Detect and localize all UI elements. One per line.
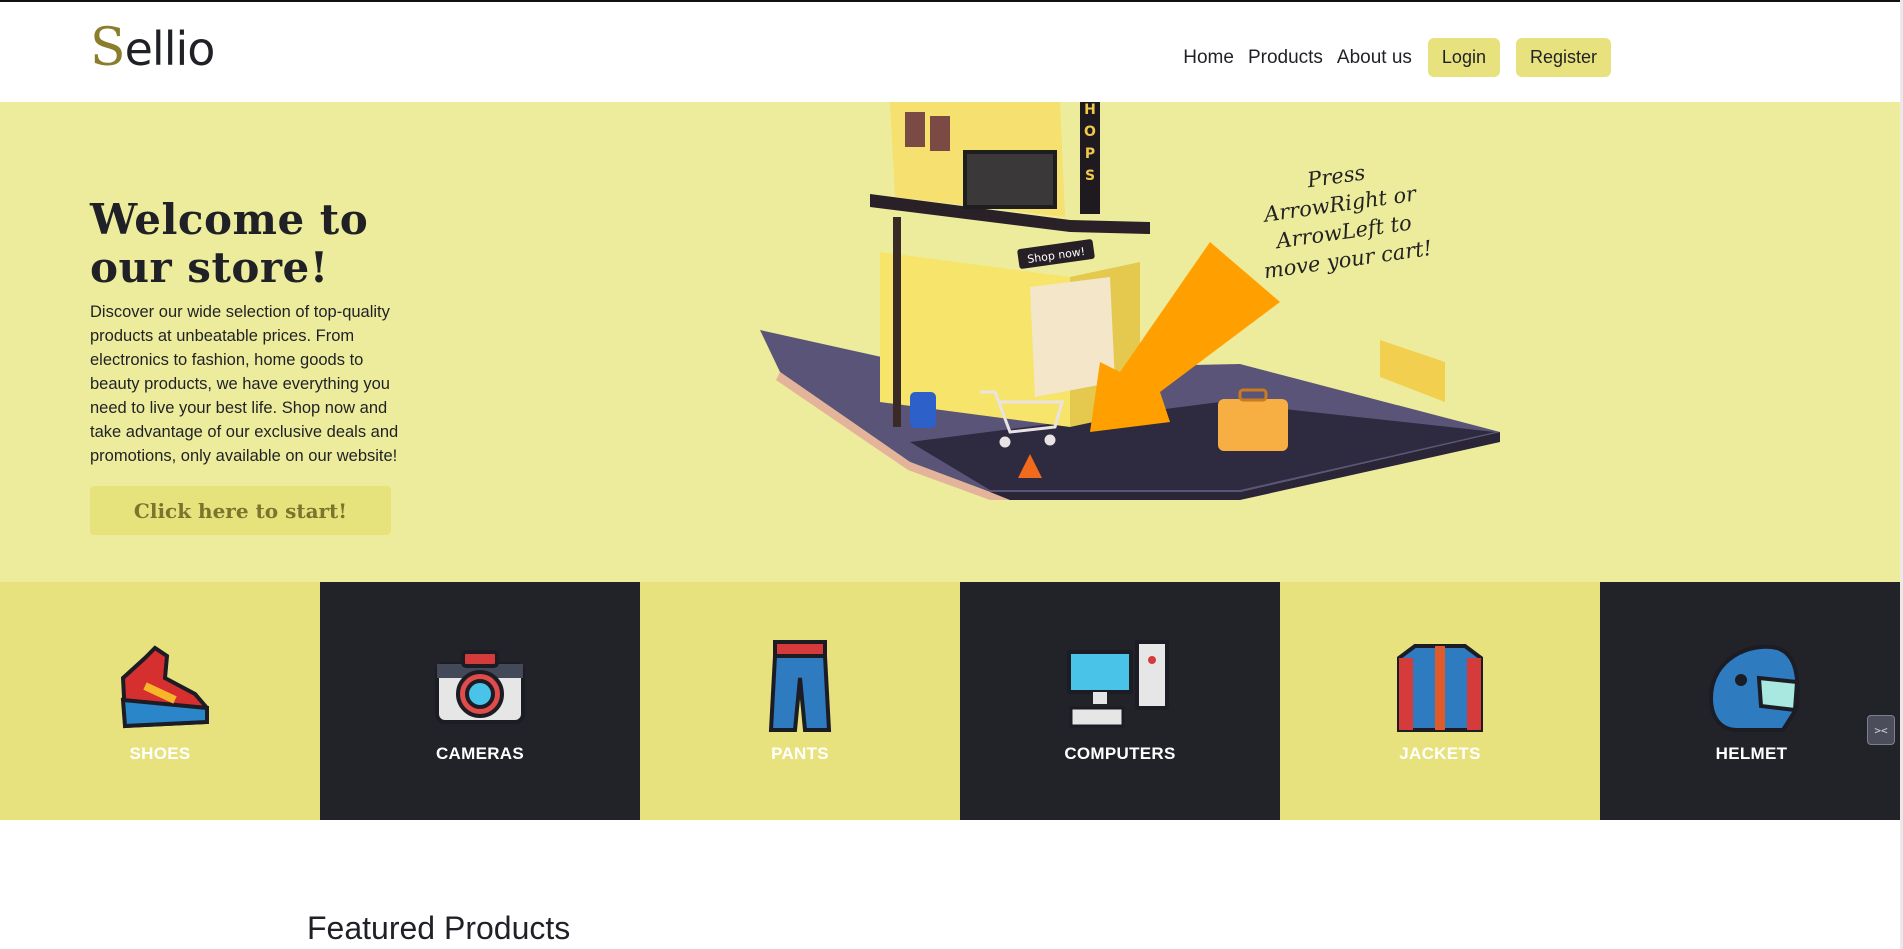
logo[interactable]: Sellio (90, 18, 216, 78)
camera-icon (425, 638, 535, 734)
building-screen (963, 150, 1057, 209)
logo-text: ellio (124, 22, 216, 76)
site-header: Sellio Home Products About us Login Regi… (0, 2, 1903, 102)
hero-section: Welcome to our store! Discover our wide … (0, 102, 1903, 582)
shoe-icon (105, 638, 215, 734)
side-toggle-widget[interactable]: >< (1867, 715, 1895, 745)
main-nav: Home Products About us Login Register (1183, 38, 1611, 77)
hero-description: Discover our wide selection of top-quali… (90, 303, 399, 465)
jacket-icon (1385, 638, 1495, 734)
hero-title: Welcome to our store! (90, 195, 369, 292)
category-jackets[interactable]: JACKETS (1280, 582, 1600, 820)
category-computers[interactable]: COMPUTERS (960, 582, 1280, 820)
category-label: JACKETS (1399, 744, 1481, 763)
category-helmet[interactable]: HELMET (1600, 582, 1903, 820)
login-button[interactable]: Login (1427, 38, 1500, 77)
helmet-icon (1697, 638, 1807, 734)
category-label: PANTS (771, 744, 829, 763)
category-label: CAMERAS (435, 744, 525, 763)
category-pants[interactable]: PANTS (640, 582, 960, 820)
start-button[interactable]: Click here to start! (90, 486, 391, 535)
category-label: HELMET (1715, 744, 1788, 763)
computer-icon (1065, 638, 1175, 734)
pants-icon (745, 638, 855, 734)
logo-initial: S (90, 18, 126, 78)
mailbox (910, 392, 936, 428)
category-shoes[interactable]: SHOES (0, 582, 320, 820)
barrier (1380, 340, 1445, 402)
window (930, 116, 950, 151)
suitcase (1218, 399, 1288, 451)
category-strip: SHOES CAMERAS PANTS COMPUTERS JACKETS HE… (0, 582, 1903, 820)
category-cameras[interactable]: CAMERAS (320, 582, 640, 820)
nav-products[interactable]: Products (1248, 47, 1323, 69)
nav-home[interactable]: Home (1183, 47, 1234, 69)
register-button[interactable]: Register (1515, 38, 1611, 77)
category-label: SHOES (129, 744, 191, 763)
featured-products-heading: Featured Products (307, 910, 571, 946)
window (905, 112, 925, 147)
nav-about[interactable]: About us (1337, 47, 1412, 69)
category-label: COMPUTERS (1064, 744, 1176, 763)
street-lamp (893, 217, 901, 427)
